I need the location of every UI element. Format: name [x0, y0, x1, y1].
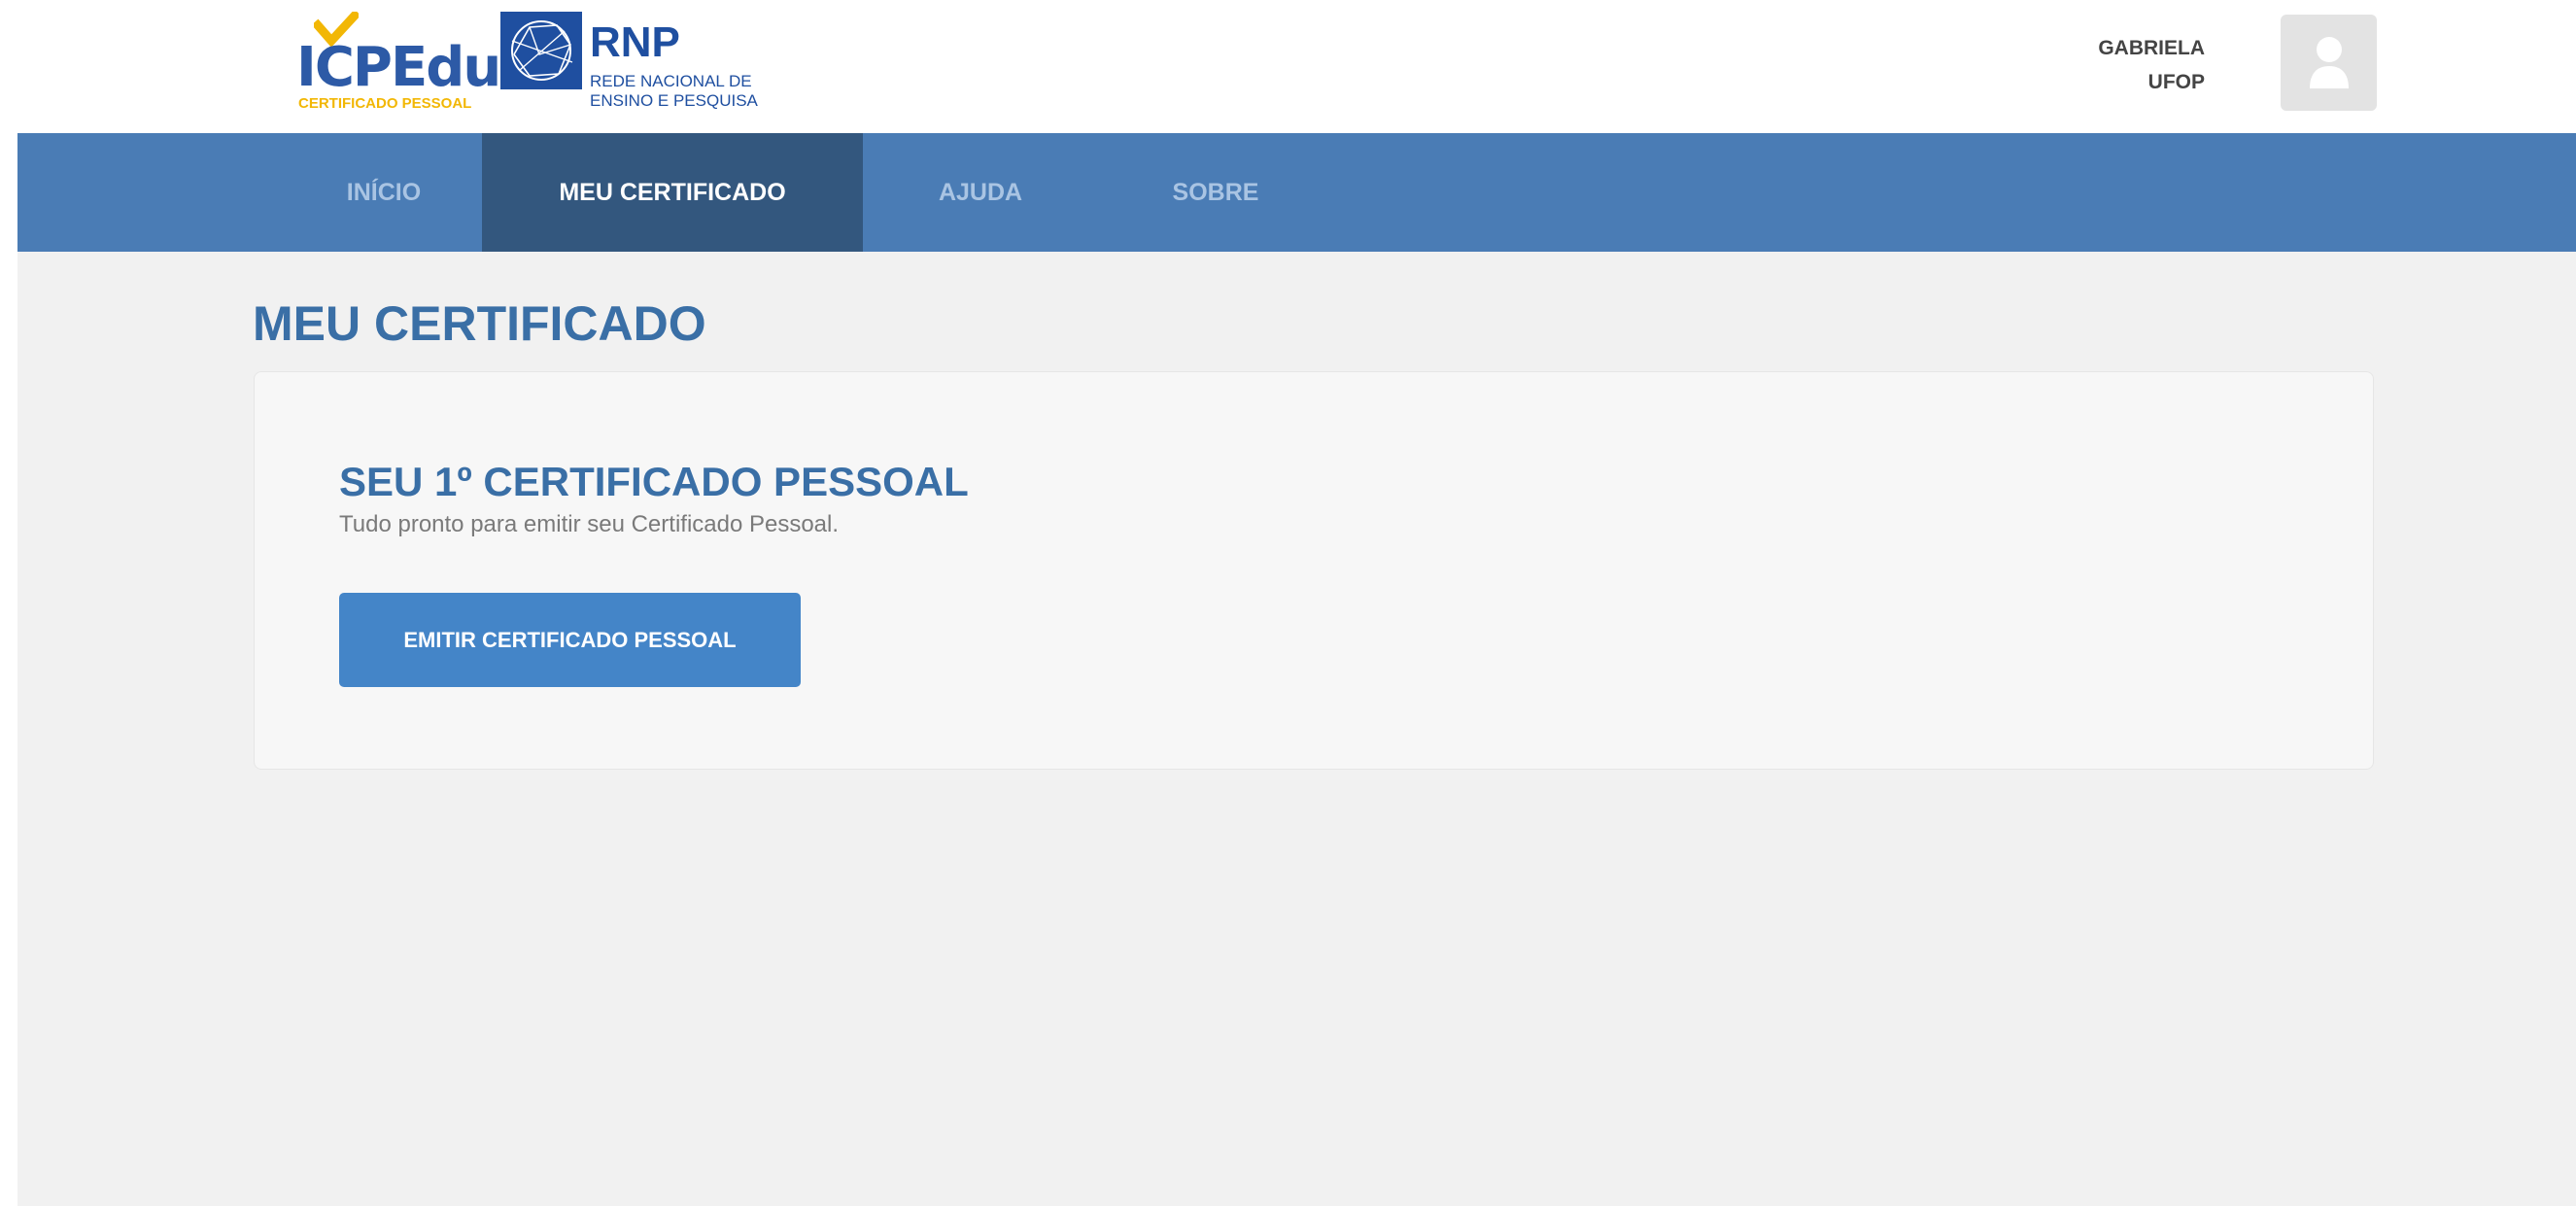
- card-title: SEU 1º CERTIFICADO PESSOAL: [339, 459, 969, 504]
- window-left-edge: [0, 0, 17, 1206]
- nav-item-meu-certificado[interactable]: MEU CERTIFICADO: [482, 133, 863, 252]
- card-subtitle: Tudo pronto para emitir seu Certificado …: [339, 511, 840, 537]
- page: ICPEdu CERTIFICADO PESSOAL RNP REDE NACI…: [17, 0, 2576, 1206]
- emit-certificate-button[interactable]: EMITIR CERTIFICADO PESSOAL: [339, 593, 801, 687]
- nav-item-sobre[interactable]: SOBRE: [1098, 133, 1333, 252]
- nav-item-inicio[interactable]: INÍCIO: [269, 133, 498, 252]
- user-name: GABRIELA: [2098, 37, 2205, 59]
- main-nav: INÍCIO MEU CERTIFICADO AJUDA SOBRE: [17, 133, 2576, 252]
- icpedu-logo[interactable]: ICPEdu CERTIFICADO PESSOAL: [296, 12, 501, 115]
- icpedu-logo-subtitle: CERTIFICADO PESSOAL: [298, 95, 472, 112]
- avatar[interactable]: [2281, 15, 2377, 111]
- rnp-globe-icon: [500, 12, 582, 89]
- rnp-subtitle-line-2: ENSINO E PESQUISA: [590, 91, 758, 110]
- user-institution: UFOP: [2147, 71, 2205, 93]
- rnp-logo-subtitle: REDE NACIONAL DE ENSINO E PESQUISA: [590, 72, 758, 111]
- user-info[interactable]: GABRIELA UFOP: [2098, 31, 2205, 99]
- top-header: ICPEdu CERTIFICADO PESSOAL RNP REDE NACI…: [17, 0, 2576, 133]
- nav-item-ajuda[interactable]: AJUDA: [863, 133, 1098, 252]
- user-silhouette-icon: [2310, 37, 2349, 88]
- page-title: MEU CERTIFICADO: [253, 296, 706, 351]
- rnp-logo[interactable]: RNP REDE NACIONAL DE ENSINO E PESQUISA: [500, 12, 782, 117]
- certificate-card: SEU 1º CERTIFICADO PESSOAL Tudo pronto p…: [254, 371, 2374, 770]
- icpedu-logo-text: ICPEdu: [296, 36, 501, 99]
- rnp-logo-text: RNP: [590, 18, 680, 66]
- rnp-subtitle-line-1: REDE NACIONAL DE: [590, 72, 752, 90]
